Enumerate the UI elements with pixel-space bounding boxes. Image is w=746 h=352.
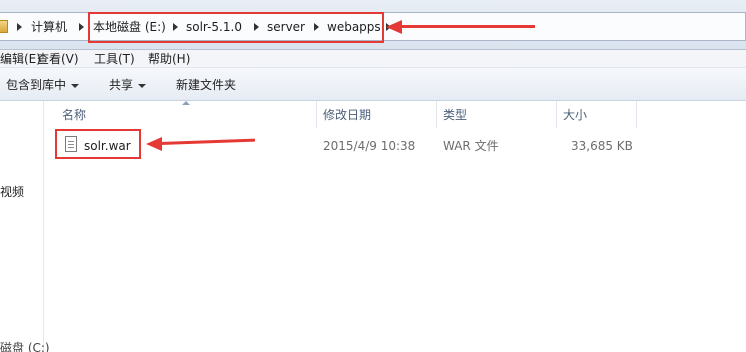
file-type: WAR 文件 bbox=[443, 139, 499, 153]
folder-icon bbox=[0, 20, 8, 33]
nav-item-videos[interactable]: 视频 bbox=[0, 185, 24, 199]
command-toolbar: 包含到库中 共享 新建文件夹 bbox=[0, 67, 746, 101]
menu-bar: 编辑(E) 查看(V) 工具(T) 帮助(H) bbox=[0, 50, 746, 68]
chevron-right-icon[interactable] bbox=[79, 23, 84, 31]
column-header-modified[interactable]: 修改日期 bbox=[323, 108, 371, 122]
menu-view[interactable]: 查看(V) bbox=[37, 52, 79, 66]
sort-ascending-icon bbox=[182, 101, 190, 105]
path-highlight-box bbox=[88, 12, 384, 43]
menu-tools[interactable]: 工具(T) bbox=[94, 52, 135, 66]
navigation-pane: 视频 磁盘 (C:) bbox=[0, 101, 50, 352]
share-label: 共享 bbox=[109, 78, 134, 92]
column-divider[interactable] bbox=[636, 101, 637, 128]
include-in-library-button[interactable]: 包含到库中 bbox=[6, 78, 80, 92]
column-divider[interactable] bbox=[556, 101, 557, 128]
chevron-down-icon bbox=[138, 83, 147, 88]
chevron-right-icon[interactable] bbox=[17, 23, 22, 31]
column-header-name[interactable]: 名称 bbox=[62, 108, 86, 122]
chevron-down-icon bbox=[71, 83, 80, 88]
file-arrow-line bbox=[159, 138, 255, 145]
file-arrow-head bbox=[146, 137, 162, 151]
column-header-type[interactable]: 类型 bbox=[443, 108, 467, 122]
path-arrow-line bbox=[400, 25, 535, 28]
file-modified: 2015/4/9 10:38 bbox=[323, 139, 416, 153]
file-size: 33,685 KB bbox=[571, 139, 633, 153]
column-divider[interactable] bbox=[436, 101, 437, 128]
menu-help[interactable]: 帮助(H) bbox=[148, 52, 190, 66]
include-in-library-label: 包含到库中 bbox=[6, 78, 67, 92]
column-header-size[interactable]: 大小 bbox=[563, 108, 587, 122]
column-divider[interactable] bbox=[316, 101, 317, 128]
path-arrow-head bbox=[386, 20, 402, 34]
nav-item-local-disk-c[interactable]: 磁盘 (C:) bbox=[0, 341, 50, 352]
file-highlight-box bbox=[55, 129, 141, 159]
breadcrumb-computer[interactable]: 计算机 bbox=[31, 19, 67, 35]
share-button[interactable]: 共享 bbox=[109, 78, 147, 92]
menu-edit[interactable]: 编辑(E) bbox=[0, 52, 41, 66]
new-folder-button[interactable]: 新建文件夹 bbox=[176, 78, 236, 92]
